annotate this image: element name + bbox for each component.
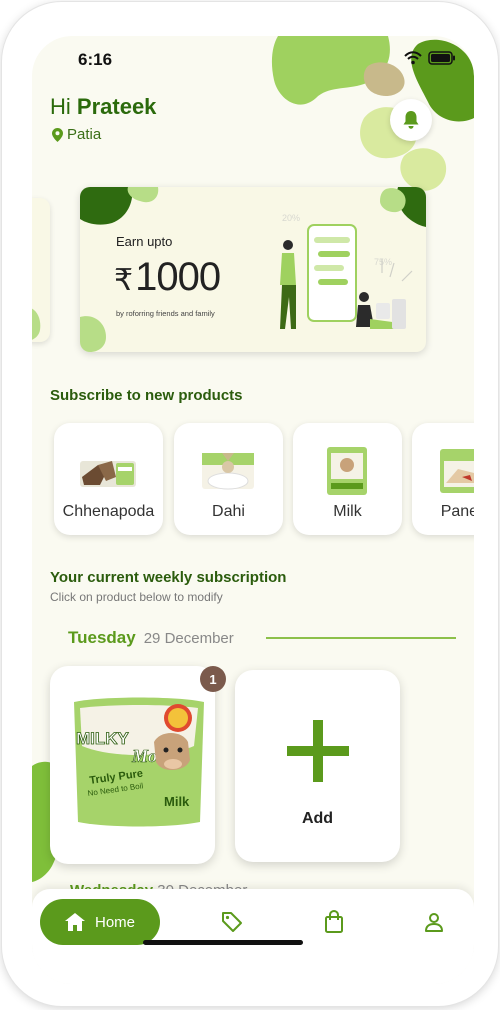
quantity-badge: 1 [200, 666, 226, 692]
day-name: Tuesday [68, 628, 136, 647]
status-icons [404, 51, 456, 65]
banner-subtitle: by roforring friends and family [116, 309, 215, 318]
tag-icon[interactable] [220, 910, 244, 934]
user-name: Prateek [76, 94, 157, 119]
banner-earn-label: Earn upto [116, 234, 173, 249]
day-header-tuesday: Tuesday 29 December [68, 628, 234, 648]
product-label: Chhenapoda [62, 503, 155, 520]
add-subscription-button[interactable]: Add [235, 670, 400, 862]
chhenapoda-image [80, 461, 136, 487]
pack-product-name: Milk [164, 794, 190, 809]
currency-symbol: ₹ [114, 264, 133, 297]
banner-amount-value: 1000 [135, 255, 221, 299]
previous-banner-decoration [32, 308, 41, 340]
phone-frame: 6:16 Hi Prateek Patia Earn upto ₹1000 by… [2, 2, 498, 1006]
greeting-prefix: Hi [50, 94, 71, 119]
product-label: Paneer [440, 503, 474, 520]
previous-banner-card[interactable] [32, 198, 50, 342]
status-time: 6:16 [78, 50, 113, 69]
bell-icon [403, 111, 419, 129]
illustration-percent-2: 75% [374, 257, 392, 267]
product-card-paneer[interactable]: Paneer [412, 423, 474, 535]
product-label: Dahi [212, 503, 245, 520]
add-label: Add [301, 810, 334, 827]
referral-illustration: 20% 75% [280, 213, 413, 329]
product-carousel[interactable]: Chhenapoda Dahi Milk Pane [54, 423, 474, 538]
shopping-bag-icon[interactable] [322, 910, 346, 934]
banner-amount: ₹1000 [114, 255, 221, 300]
location-label: Patia [67, 126, 102, 143]
nav-home-label: Home [94, 913, 135, 931]
day-divider [266, 637, 456, 639]
greeting: Hi Prateek [50, 94, 156, 120]
app-screen: 6:16 Hi Prateek Patia Earn upto ₹1000 by… [32, 36, 474, 984]
paneer-image [440, 449, 474, 493]
wifi-icon [404, 51, 422, 65]
pack-brand-line1: MILKY [76, 729, 130, 748]
location-selector[interactable]: Patia [52, 126, 101, 143]
subscription-title: Your current weekly subscription [50, 569, 287, 586]
location-pin-icon [52, 127, 63, 142]
milky-moo-pack-image: MILKY Moo Truly Pure No Need to Boil Mil… [74, 697, 204, 827]
products-section-title: Subscribe to new products [50, 387, 243, 404]
product-card-chhenapoda[interactable]: Chhenapoda [54, 423, 163, 535]
subscription-subtitle: Click on product below to modify [50, 590, 223, 604]
product-card-dahi[interactable]: Dahi [174, 423, 283, 535]
illustration-percent-1: 20% [282, 213, 300, 223]
product-card-milk[interactable]: Milk [293, 423, 402, 535]
user-icon[interactable] [422, 910, 446, 934]
milk-image [327, 447, 367, 495]
home-indicator[interactable] [143, 940, 303, 945]
referral-banner[interactable]: Earn upto ₹1000 by roforring friends and… [80, 187, 426, 352]
home-icon [64, 913, 85, 931]
day-date: 29 December [143, 630, 234, 647]
nav-home-button[interactable]: Home [40, 899, 160, 945]
bottom-navigation: Home [32, 889, 474, 984]
subscribed-product-milk[interactable]: MILKY Moo Truly Pure No Need to Boil Mil… [50, 666, 215, 864]
battery-icon [428, 51, 455, 65]
dahi-image [202, 453, 254, 490]
plus-icon [287, 720, 349, 782]
product-label: Milk [333, 503, 362, 520]
notifications-button[interactable] [390, 99, 432, 141]
